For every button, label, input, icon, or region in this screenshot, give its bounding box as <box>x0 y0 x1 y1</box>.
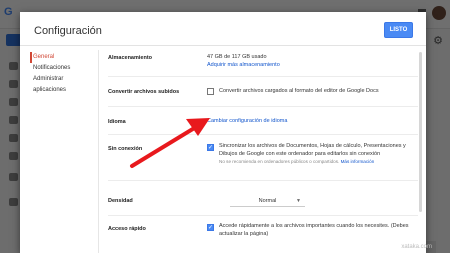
density-label: Densidad <box>108 198 133 204</box>
quick-access-label: Acceso rápido <box>108 226 146 232</box>
row-divider <box>108 180 418 181</box>
nav-item-general[interactable]: General <box>30 52 98 63</box>
language-label: Idioma <box>108 119 126 125</box>
offline-label: Sin conexión <box>108 146 143 152</box>
nav-item-manage-apps[interactable]: Administrar aplicaciones <box>30 74 98 93</box>
offline-text: Sincronizar los archivos de Documentos, … <box>219 143 406 166</box>
scrollbar[interactable] <box>419 52 422 212</box>
buy-storage-link[interactable]: Adquirir más almacenamiento <box>207 61 280 69</box>
quick-access-checkbox[interactable]: ✓ <box>207 224 214 231</box>
change-language-link[interactable]: Cambiar configuración de idioma <box>207 117 287 125</box>
done-button[interactable]: LISTO <box>384 22 413 38</box>
convert-label: Convertir archivos subidos <box>108 89 180 95</box>
divider <box>20 45 426 46</box>
quick-access-line-1: Accede rápidamente a los archivos import… <box>219 223 409 229</box>
quick-access-line-2: actualizar la página) <box>219 230 269 237</box>
storage-label: Almacenamiento <box>108 55 153 61</box>
quick-access-text: Accede rápidamente a los archivos import… <box>219 223 409 238</box>
offline-line-1: Sincronizar los archivos de Documentos, … <box>219 143 406 149</box>
chevron-down-icon: ▼ <box>296 198 301 204</box>
offline-note: No se recomienda en ordenadores públicos… <box>219 158 406 166</box>
density-select[interactable]: Normal ▼ <box>230 196 305 207</box>
settings-nav: General Notificaciones Administrar aplic… <box>30 52 98 93</box>
storage-usage: 47 GB de 117 GB usado <box>207 54 267 60</box>
convert-text: Convertir archivos cargados al formato d… <box>219 88 379 94</box>
row-divider <box>108 106 418 107</box>
offline-line-2: Dibujos de Google con este ordenador par… <box>219 150 381 157</box>
density-value: Normal <box>258 198 277 204</box>
storage-value: 47 GB de 117 GB usado Adquirir más almac… <box>207 53 280 69</box>
watermark: xataka.com <box>401 244 432 250</box>
nav-item-notifications[interactable]: Notificaciones <box>30 63 98 74</box>
dialog-title: Configuración <box>34 25 102 37</box>
offline-note-text: No se recomienda en ordenadores públicos… <box>219 159 340 164</box>
row-divider <box>108 76 418 77</box>
offline-checkbox[interactable]: ✓ <box>207 144 214 151</box>
nav-divider <box>98 50 99 253</box>
row-divider <box>108 215 418 216</box>
convert-checkbox[interactable] <box>207 88 214 95</box>
row-divider <box>108 134 418 135</box>
settings-dialog: Configuración LISTO General Notificacion… <box>20 12 426 253</box>
more-info-link[interactable]: Más información <box>341 159 375 164</box>
